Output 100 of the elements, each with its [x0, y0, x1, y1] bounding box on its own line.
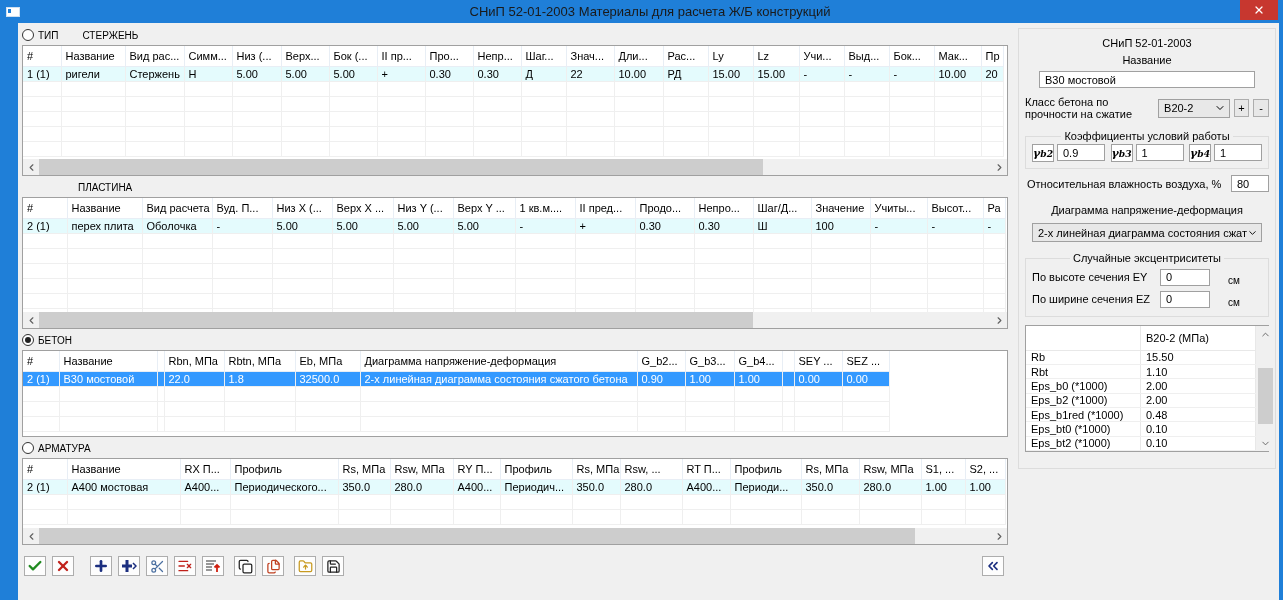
- column-header[interactable]: G_b3...: [685, 351, 734, 371]
- column-header[interactable]: Вид рас...: [125, 46, 184, 66]
- table-row[interactable]: 2 (1) А400 мостовая А400... Периодического... 350.0 280.0 А400... Периодич... 350.0 280.0 А400... Периоди... 350.0 280.0 1.00 1.00: [23, 479, 1005, 494]
- column-header[interactable]: Верх X ...: [332, 198, 393, 218]
- column-header[interactable]: Бок...: [889, 46, 934, 66]
- coefficient-field[interactable]: 0.9: [1057, 144, 1105, 161]
- column-header[interactable]: Rs, МПа: [338, 459, 390, 479]
- column-header[interactable]: Lz: [753, 46, 799, 66]
- column-header[interactable]: G_b2...: [637, 351, 685, 371]
- column-header[interactable]: II пред...: [575, 198, 635, 218]
- table-row[interactable]: 1 (1) ригели Стержень Н 5.00 5.00 5.00 + 0.30 0.30 Д 22 10.00 РД 15.00 15.00 - - - 10.00 20: [23, 66, 1003, 81]
- column-header[interactable]: Мак...: [934, 46, 981, 66]
- remove-class-button[interactable]: -: [1253, 99, 1269, 117]
- column-header[interactable]: Верх...: [281, 46, 329, 66]
- column-header[interactable]: Rs, МПа: [801, 459, 859, 479]
- column-header[interactable]: Низ (...: [232, 46, 281, 66]
- horizontal-scrollbar[interactable]: [23, 159, 1007, 175]
- column-header[interactable]: Шаг...: [521, 46, 566, 66]
- add-button[interactable]: [90, 556, 112, 576]
- column-header[interactable]: Ly: [708, 46, 753, 66]
- column-header[interactable]: Название: [61, 46, 125, 66]
- column-header[interactable]: Про...: [425, 46, 473, 66]
- column-header[interactable]: RY П...: [453, 459, 500, 479]
- column-header[interactable]: Пр: [981, 46, 1003, 66]
- column-header[interactable]: RT П...: [682, 459, 730, 479]
- radio-button[interactable]: [22, 334, 34, 346]
- column-header[interactable]: Диаграмма напряжение-деформация: [360, 351, 637, 371]
- column-header[interactable]: S2, ...: [965, 459, 1005, 479]
- column-header[interactable]: Rsw, МПа: [859, 459, 921, 479]
- class-dropdown[interactable]: B20-2: [1158, 98, 1230, 118]
- column-header[interactable]: Рас...: [663, 46, 708, 66]
- column-header[interactable]: Низ Y (...: [393, 198, 453, 218]
- accept-button[interactable]: [24, 556, 46, 576]
- column-header[interactable]: Продо...: [635, 198, 694, 218]
- data-table[interactable]: [22, 458, 1008, 545]
- column-header[interactable]: Ра: [983, 198, 1005, 218]
- column-header[interactable]: Непро...: [694, 198, 753, 218]
- column-header[interactable]: Непр...: [473, 46, 521, 66]
- eccentricity-field[interactable]: 0: [1160, 268, 1210, 286]
- horizontal-scrollbar[interactable]: [23, 312, 1007, 328]
- coefficient-field[interactable]: 1: [1214, 144, 1262, 161]
- horizontal-scrollbar[interactable]: [23, 528, 1007, 544]
- column-header[interactable]: 1 кв.м....: [515, 198, 575, 218]
- copy-button[interactable]: [234, 556, 256, 576]
- column-header[interactable]: Значение: [811, 198, 870, 218]
- column-header[interactable]: Верх Y ...: [453, 198, 515, 218]
- column-header[interactable]: Rbtn, МПа: [224, 351, 295, 371]
- column-header[interactable]: Rsw, ...: [620, 459, 682, 479]
- column-header[interactable]: Вуд. П...: [212, 198, 272, 218]
- column-header[interactable]: Вид расчета: [142, 198, 212, 218]
- open-button[interactable]: [294, 556, 316, 576]
- column-header[interactable]: Rsw, МПа: [390, 459, 453, 479]
- column-header[interactable]: Профиль: [730, 459, 801, 479]
- column-header[interactable]: Профиль: [230, 459, 338, 479]
- eccentricity-field[interactable]: 0: [1160, 290, 1210, 308]
- column-header[interactable]: Название: [67, 459, 180, 479]
- column-header[interactable]: Учи...: [799, 46, 844, 66]
- radio-label[interactable]: ТИП: [38, 29, 59, 41]
- cancel-button[interactable]: [52, 556, 74, 576]
- column-header[interactable]: Учиты...: [870, 198, 927, 218]
- column-header[interactable]: SEY ...: [794, 351, 842, 371]
- close-button[interactable]: [1240, 0, 1278, 20]
- column-header[interactable]: Низ X (...: [272, 198, 332, 218]
- column-header[interactable]: S1, ...: [921, 459, 965, 479]
- column-header[interactable]: Rbn, МПа: [164, 351, 224, 371]
- column-header[interactable]: Симм...: [184, 46, 232, 66]
- coefficient-field[interactable]: 1: [1135, 144, 1184, 161]
- save-button[interactable]: [322, 556, 344, 576]
- column-header[interactable]: Название: [59, 351, 157, 371]
- column-header[interactable]: Дли...: [614, 46, 663, 66]
- column-header[interactable]: #: [23, 351, 59, 371]
- column-header[interactable]: Профиль: [500, 459, 572, 479]
- delete-button[interactable]: [174, 556, 196, 576]
- move-button[interactable]: [202, 556, 224, 576]
- column-header[interactable]: Eb, МПа: [295, 351, 360, 371]
- insert-button[interactable]: [118, 556, 140, 576]
- column-header[interactable]: Высот...: [927, 198, 983, 218]
- duplicate-button[interactable]: [262, 556, 284, 576]
- diagram-dropdown[interactable]: 2-х линейная диаграмма состояния сжат: [1032, 223, 1262, 242]
- radio-button[interactable]: [22, 442, 34, 454]
- radio-button[interactable]: [22, 29, 34, 41]
- table-row[interactable]: 2 (1) перех плита Оболочка - 5.00 5.00 5.00 5.00 - + 0.30 0.30 Ш 100 - - -: [23, 218, 1005, 233]
- column-header[interactable]: Выд...: [844, 46, 889, 66]
- column-header[interactable]: SEZ ...: [842, 351, 889, 371]
- column-header[interactable]: Знач...: [566, 46, 614, 66]
- radio-label[interactable]: АРМАТУРА: [38, 442, 91, 454]
- column-header[interactable]: #: [23, 198, 67, 218]
- humidity-field[interactable]: 80: [1231, 175, 1269, 192]
- name-field[interactable]: B30 мостовой: [1039, 71, 1255, 88]
- column-header[interactable]: Rs, МПа: [572, 459, 620, 479]
- column-header[interactable]: #: [23, 46, 61, 66]
- add-class-button[interactable]: +: [1233, 99, 1250, 117]
- radio-label[interactable]: БЕТОН: [38, 334, 72, 346]
- column-header[interactable]: II пр...: [377, 46, 425, 66]
- cut-button[interactable]: [146, 556, 168, 576]
- column-header[interactable]: Название: [67, 198, 142, 218]
- collapse-button[interactable]: [982, 556, 1004, 576]
- column-header[interactable]: RX П...: [180, 459, 230, 479]
- column-header[interactable]: Шаг/Д...: [753, 198, 811, 218]
- column-header[interactable]: Бок (...: [329, 46, 377, 66]
